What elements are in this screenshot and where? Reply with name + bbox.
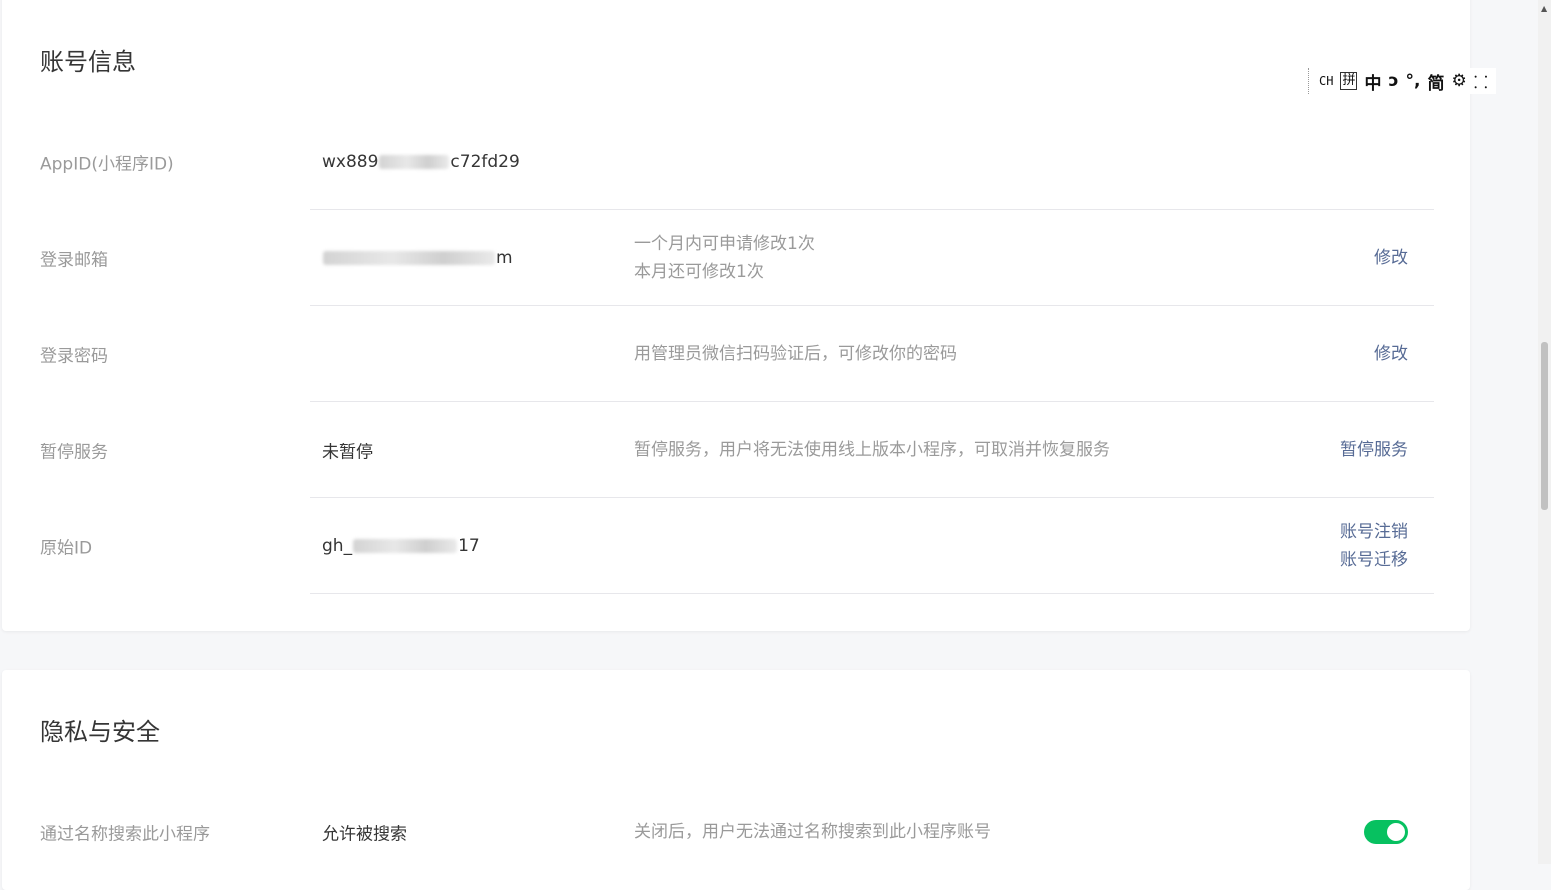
search-by-name-desc: 关闭后，用户无法通过名称搜索到此小程序账号 (634, 822, 991, 842)
login-password-actions: 修改 (1374, 340, 1408, 368)
appid-value-visible-end: c72fd29 (450, 152, 520, 172)
login-email-value: m (322, 248, 513, 268)
login-email-desc-line1: 一个月内可申请修改1次 (634, 234, 815, 254)
account-migrate-link[interactable]: 账号迁移 (1340, 546, 1408, 574)
search-by-name-status: 允许被搜索 (322, 824, 407, 845)
row-pause-service: 暂停服务 未暂停 暂停服务，用户将无法使用线上版本小程序，可取消并恢复服务 暂停… (2, 402, 1470, 498)
ime-expand-icon[interactable]: ⸬ (1474, 70, 1488, 93)
section-title-account: 账号信息 (40, 48, 136, 76)
login-email-value-visible-end: m (496, 248, 513, 268)
account-info-card: 账号信息 AppID(小程序ID) wx889 c72fd29 登录邮箱 m 一个… (2, 0, 1470, 631)
vertical-scrollbar[interactable]: ▲ (1538, 0, 1551, 864)
pause-service-label: 暂停服务 (40, 442, 108, 463)
pause-service-status: 未暂停 (322, 442, 373, 463)
original-id-actions: 账号注销 账号迁移 (1340, 518, 1408, 574)
ime-punctuation-icon[interactable]: °, (1406, 71, 1421, 91)
ime-lang-indicator[interactable]: CH (1319, 74, 1333, 88)
scroll-up-arrow-icon[interactable]: ▲ (1541, 4, 1547, 13)
original-id-value: gh_ 17 (322, 536, 480, 556)
toggle-knob (1387, 823, 1405, 841)
redacted-blur (353, 539, 458, 553)
row-appid: AppID(小程序ID) wx889 c72fd29 (2, 114, 1470, 210)
pause-service-link[interactable]: 暂停服务 (1340, 436, 1408, 464)
row-search-by-name: 通过名称搜索此小程序 允许被搜索 关闭后，用户无法通过名称搜索到此小程序账号 (2, 784, 1470, 880)
login-email-label: 登录邮箱 (40, 250, 108, 271)
section-title-privacy: 隐私与安全 (40, 718, 160, 746)
ime-chinese-mode-icon[interactable]: 中 (1364, 69, 1381, 94)
login-email-desc-line2: 本月还可修改1次 (634, 262, 764, 282)
ime-toolbar: CH 拼 中 ↄ °, 简 ⚙ ⸬ (1308, 68, 1496, 94)
privacy-security-card: 隐私与安全 通过名称搜索此小程序 允许被搜索 关闭后，用户无法通过名称搜索到此小… (2, 670, 1470, 890)
search-by-name-label: 通过名称搜索此小程序 (40, 824, 210, 845)
ime-settings-icon[interactable]: ⚙ (1452, 71, 1467, 91)
login-password-desc: 用管理员微信扫码验证后，可修改你的密码 (634, 344, 957, 364)
row-original-id: 原始ID gh_ 17 账号注销 账号迁移 (2, 498, 1470, 594)
original-id-value-visible-end: 17 (458, 536, 480, 556)
modify-password-link[interactable]: 修改 (1374, 340, 1408, 368)
pause-service-desc: 暂停服务，用户将无法使用线上版本小程序，可取消并恢复服务 (634, 440, 1110, 460)
ime-halfwidth-icon[interactable]: ↄ (1388, 71, 1398, 91)
modify-email-link[interactable]: 修改 (1374, 244, 1408, 272)
row-login-password: 登录密码 用管理员微信扫码验证后，可修改你的密码 修改 (2, 306, 1470, 402)
original-id-value-visible-start: gh_ (322, 536, 353, 556)
appid-value-visible-start: wx889 (322, 152, 379, 172)
redacted-blur (323, 251, 495, 265)
redacted-blur (379, 155, 450, 169)
appid-value: wx889 c72fd29 (322, 152, 520, 172)
row-login-email: 登录邮箱 m 一个月内可申请修改1次 本月还可修改1次 修改 (2, 210, 1470, 306)
appid-label: AppID(小程序ID) (40, 154, 174, 175)
original-id-label: 原始ID (40, 538, 93, 559)
login-email-desc: 一个月内可申请修改1次 本月还可修改1次 (634, 230, 815, 286)
account-cancel-link[interactable]: 账号注销 (1340, 518, 1408, 546)
search-by-name-toggle[interactable] (1364, 820, 1408, 844)
ime-simplified-icon[interactable]: 简 (1428, 69, 1445, 94)
pause-service-actions: 暂停服务 (1340, 436, 1408, 464)
scrollbar-thumb[interactable] (1541, 342, 1548, 510)
login-password-label: 登录密码 (40, 346, 108, 367)
login-email-actions: 修改 (1374, 244, 1408, 272)
row-divider (310, 593, 1434, 594)
ime-pinyin-icon[interactable]: 拼 (1340, 72, 1358, 90)
